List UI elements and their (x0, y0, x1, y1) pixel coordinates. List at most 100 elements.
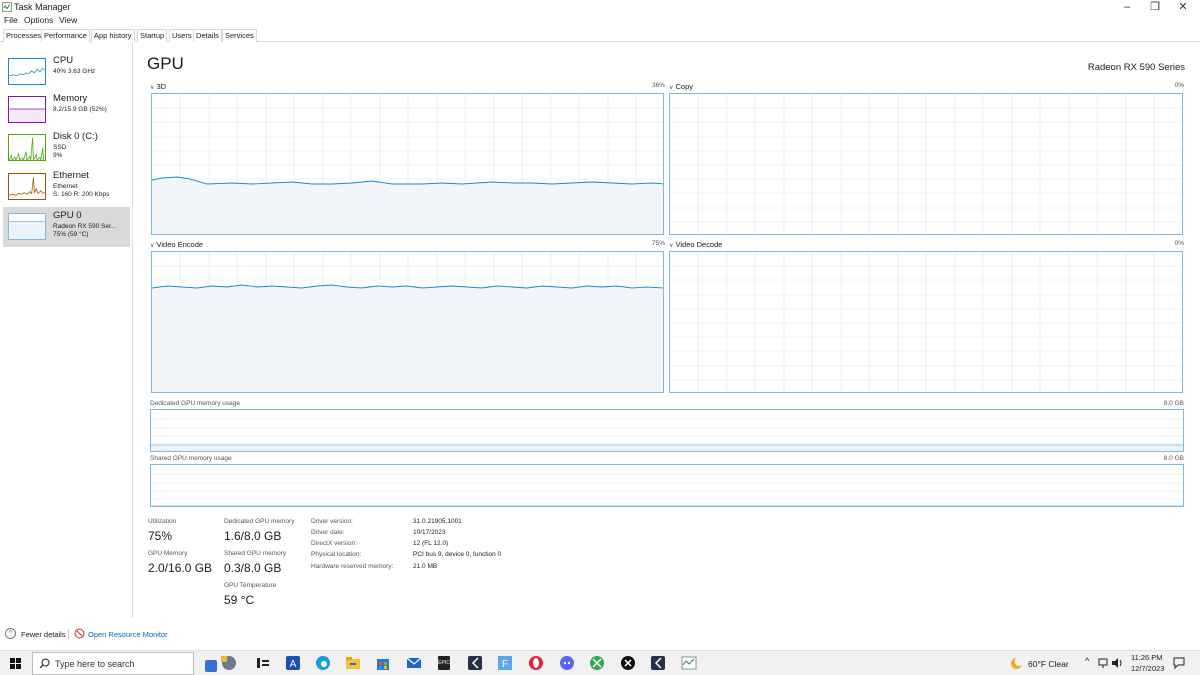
window-title: Task Manager (14, 2, 71, 12)
minimize-button[interactable]: – (1113, 0, 1141, 14)
gpu-memory-value: 2.0/16.0 GB (148, 561, 213, 575)
engine-encode-label: Video Encode (156, 240, 204, 249)
clock-time[interactable]: 11:26 PM (1131, 653, 1163, 662)
sidebar-ethernet-name: Ethernet (53, 170, 89, 181)
epic-games-icon[interactable]: EPIC (436, 655, 452, 671)
chevron-down-icon: ∨ (150, 85, 155, 91)
engine-decode-percent: 0% (1174, 240, 1184, 247)
engine-decode-label: Video Decode (675, 240, 723, 249)
restore-button[interactable]: ❐ (1141, 0, 1169, 14)
driver-date-label: Driver date: (311, 529, 345, 536)
shared-memory-max: 8.0 GB (1163, 455, 1184, 462)
svg-text:EPIC: EPIC (438, 660, 450, 666)
footer-divider (68, 629, 69, 639)
resource-monitor-icon (74, 628, 85, 639)
dedicated-memory-value: 1.6/8.0 GB (224, 529, 282, 543)
clock-date[interactable]: 12/7/2023 (1131, 664, 1164, 673)
ethernet-thumbnail-graph (8, 173, 46, 200)
svg-text:A: A (290, 659, 297, 670)
gpu-memory-label: GPU Memory (148, 550, 188, 557)
chevron-down-icon: ∨ (669, 243, 674, 249)
taskbar: Type here to search A EPIC F 60°F Clear … (0, 650, 1200, 675)
sidebar-gpu-usage: 75% (59 °C) (53, 231, 89, 238)
discord-icon[interactable] (559, 655, 575, 671)
gpu-model-name: Radeon RX 590 Series (1087, 62, 1185, 73)
directx-version-label: DirectX version: (311, 540, 357, 547)
tab-performance[interactable]: Performance (41, 29, 90, 43)
menu-file[interactable]: File (4, 15, 18, 25)
sidebar-item-ethernet[interactable]: Ethernet Ethernet S: 160 R: 200 Kbps (3, 167, 130, 207)
directx-version-value: 12 (FL 12.0) (413, 540, 449, 547)
menu-view[interactable]: View (59, 15, 77, 25)
weather-moon-icon[interactable] (1010, 657, 1023, 670)
gpu-temperature-label: GPU Temperature (224, 582, 277, 589)
shared-memory-label: Shared GPU memory (224, 550, 287, 557)
fewer-details-link[interactable]: Fewer details (21, 630, 66, 639)
engine-3d-graph (151, 93, 664, 235)
engine-copy-selector[interactable]: ∨ Copy (669, 82, 693, 91)
edge-browser-icon[interactable] (315, 655, 331, 671)
open-resource-monitor-link[interactable]: Open Resource Monitor (88, 630, 168, 639)
shared-memory-usage-label: Shared GPU memory usage (150, 455, 232, 462)
notification-icon[interactable] (1173, 657, 1185, 669)
engine-encode-graph (151, 251, 664, 393)
sidebar-disk-usage: 9% (53, 152, 63, 159)
visual-studio-icon[interactable] (467, 655, 483, 671)
shared-memory-graph (150, 464, 1184, 507)
sidebar-item-disk[interactable]: Disk 0 (C:) SSD 9% (3, 128, 130, 168)
engine-decode-selector[interactable]: ∨ Video Decode (669, 240, 722, 249)
engine-3d-label: 3D (156, 82, 167, 91)
close-button[interactable]: ✕ (1169, 0, 1197, 14)
tray-overflow-chevron-icon[interactable]: ^ (1085, 656, 1089, 666)
page-title: GPU (147, 54, 184, 73)
visual-studio-2-icon[interactable] (650, 655, 666, 671)
footer: ^ Fewer details Open Resource Monitor (0, 627, 200, 641)
taskbar-search-box[interactable]: Type here to search (32, 652, 194, 675)
volume-icon[interactable] (1111, 657, 1123, 669)
app-a-icon[interactable]: A (285, 655, 301, 671)
weather-status[interactable]: 60°F Clear (1028, 659, 1069, 669)
gpu-temperature-value: 59 °C (224, 593, 255, 607)
task-manager-taskbar-icon[interactable] (681, 655, 697, 671)
opera-browser-icon[interactable] (528, 655, 544, 671)
shared-memory-value: 0.3/8.0 GB (224, 561, 282, 575)
tab-app-history[interactable]: App history (91, 29, 135, 42)
dedicated-memory-max: 8.0 GB (1163, 400, 1184, 407)
mail-icon[interactable] (406, 655, 422, 671)
microsoft-store-icon[interactable] (375, 655, 391, 671)
sidebar-item-gpu[interactable]: GPU 0 Radeon RX 590 Ser... 75% (59 °C) (3, 207, 130, 247)
tab-details[interactable]: Details (193, 29, 222, 42)
app-f-icon[interactable]: F (497, 655, 513, 671)
sidebar-ethernet-throughput: S: 160 R: 200 Kbps (53, 191, 110, 198)
chevron-up-icon[interactable]: ^ (5, 628, 16, 639)
driver-version-value: 31.0.21905.1001 (413, 518, 462, 525)
engine-copy-graph (669, 93, 1183, 235)
sidebar-item-cpu[interactable]: CPU 40% 3.63 GHz (3, 52, 130, 92)
tab-users[interactable]: Users (169, 29, 195, 42)
dedicated-memory-usage-label: Dedicated GPU memory usage (150, 400, 240, 407)
engine-3d-selector[interactable]: ∨ 3D (150, 82, 166, 91)
reserved-memory-value: 21.0 MB (413, 563, 438, 570)
engine-3d-percent: 36% (651, 82, 665, 89)
search-highlight-icon[interactable] (203, 654, 241, 673)
file-explorer-icon[interactable] (345, 655, 361, 671)
windows-start-icon[interactable] (10, 658, 21, 669)
tab-bar: Processes Performance App history Startu… (0, 29, 1200, 43)
x-app-icon[interactable] (620, 655, 636, 671)
xbox-app-icon[interactable] (589, 655, 605, 671)
physical-location-value: PCI bus 9, device 0, function 0 (413, 551, 502, 558)
task-view-icon[interactable] (255, 655, 271, 671)
menu-options[interactable]: Options (24, 15, 53, 25)
network-icon[interactable] (1097, 657, 1109, 669)
sidebar-disk-name: Disk 0 (C:) (53, 131, 98, 142)
sidebar-memory-detail: 8.2/15.9 GB (52%) (53, 106, 107, 113)
tab-services[interactable]: Services (222, 29, 257, 42)
tab-startup[interactable]: Startup (137, 29, 168, 42)
engine-encode-selector[interactable]: ∨ Video Encode (150, 240, 203, 249)
sidebar-item-memory[interactable]: Memory 8.2/15.9 GB (52%) (3, 90, 130, 130)
disk-thumbnail-graph (8, 134, 46, 161)
tab-processes[interactable]: Processes (3, 29, 45, 42)
sidebar-cpu-name: CPU (53, 55, 74, 66)
search-placeholder: Type here to search (55, 659, 135, 669)
physical-location-label: Physical location: (311, 551, 362, 558)
